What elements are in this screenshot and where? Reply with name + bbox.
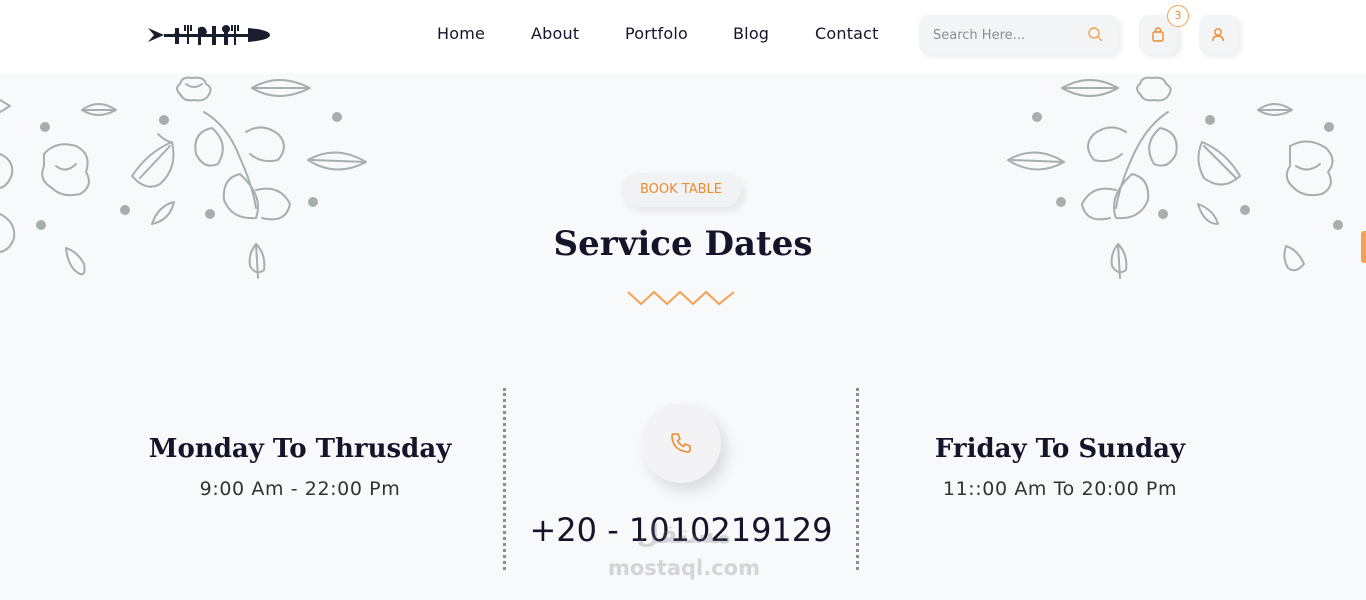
nav-portfolio-link[interactable]: Portfolo: [625, 24, 688, 43]
phone-icon: [671, 433, 691, 453]
side-scroll-tab[interactable]: [1361, 231, 1366, 263]
site-logo[interactable]: [146, 20, 272, 50]
weekend-schedule-hours: 11::00 Am To 20:00 Pm: [942, 478, 1178, 500]
watermark-arabic: مستقل: [636, 520, 732, 550]
search-box: [919, 15, 1118, 54]
shopping-bag-icon: [1152, 27, 1164, 42]
search-icon[interactable]: [1087, 26, 1103, 42]
nav-contact-link[interactable]: Contact: [815, 24, 879, 43]
cart-count-badge: 3: [1167, 5, 1189, 27]
book-table-badge[interactable]: BOOK TABLE: [621, 173, 741, 207]
weekend-schedule-title: Friday To Sunday: [934, 434, 1186, 464]
weekday-schedule-title: Monday To Thrusday: [148, 434, 452, 464]
nav-about-link[interactable]: About: [531, 24, 579, 43]
floral-decoration-right: [1007, 76, 1343, 279]
floral-decoration-left: [0, 76, 367, 279]
watermark: مستقل mostaql.com: [604, 520, 764, 580]
nav-blog-link[interactable]: Blog: [733, 24, 769, 43]
section-title: Service Dates: [553, 224, 813, 264]
nav-home-link[interactable]: Home: [437, 24, 485, 43]
zigzag-divider-icon: [627, 290, 735, 306]
user-icon: [1211, 28, 1225, 42]
search-input[interactable]: [933, 24, 1083, 46]
phone-button[interactable]: [641, 403, 721, 483]
watermark-latin: mostaql.com: [608, 556, 760, 580]
account-button[interactable]: [1199, 15, 1238, 54]
weekday-schedule-hours: 9:00 Am - 22:00 Pm: [199, 478, 401, 500]
site-header: Home About Portfolo Blog Contact 3: [0, 0, 1366, 74]
